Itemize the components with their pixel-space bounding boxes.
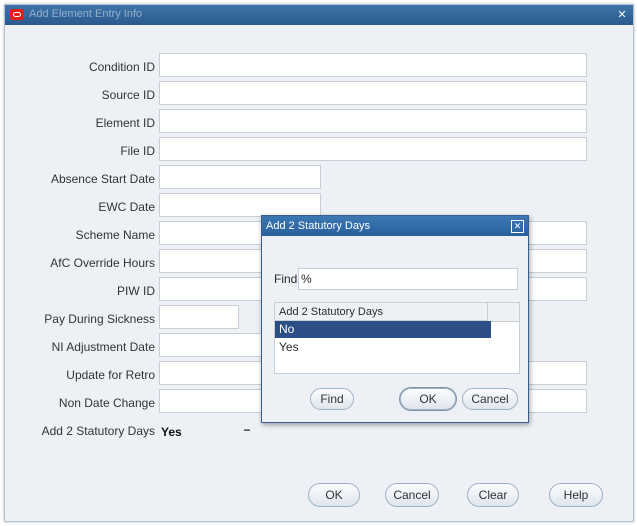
close-icon[interactable]: ✕ bbox=[616, 9, 628, 21]
dialog-cancel-button[interactable]: Cancel bbox=[462, 388, 518, 410]
add-2-statutory-days-value[interactable]: Yes bbox=[161, 425, 182, 439]
form-window: Add Element Entry Info ✕ Condition ID So… bbox=[4, 4, 634, 522]
afc-override-hours-label: AfC Override Hours bbox=[50, 256, 155, 270]
absence-start-date-field[interactable] bbox=[159, 165, 321, 189]
list-of-values-button[interactable]: − bbox=[235, 419, 259, 441]
file-id-field[interactable] bbox=[159, 137, 587, 161]
dialog-ok-button[interactable]: OK bbox=[400, 388, 456, 410]
update-for-retro-label: Update for Retro bbox=[66, 368, 155, 382]
pay-during-sickness-field[interactable] bbox=[159, 305, 239, 329]
lov-dialog: Add 2 Statutory Days ✕ Find % Add 2 Stat… bbox=[261, 215, 529, 423]
help-button[interactable]: Help bbox=[549, 483, 603, 507]
ewc-date-label: EWC Date bbox=[98, 200, 155, 214]
values-list: Add 2 Statutory Days No Yes bbox=[274, 302, 520, 374]
clear-button[interactable]: Clear bbox=[467, 483, 519, 507]
list-column-header: Add 2 Statutory Days bbox=[275, 303, 487, 321]
source-id-field[interactable] bbox=[159, 81, 587, 105]
cancel-button[interactable]: Cancel bbox=[385, 483, 439, 507]
ni-adjustment-date-label: NI Adjustment Date bbox=[51, 340, 155, 354]
window-title: Add Element Entry Info bbox=[29, 8, 143, 20]
non-date-change-label: Non Date Change bbox=[58, 396, 155, 410]
list-item[interactable]: Yes bbox=[275, 339, 491, 356]
condition-id-field[interactable] bbox=[159, 53, 587, 77]
ok-button[interactable]: OK bbox=[308, 483, 360, 507]
element-id-label: Element ID bbox=[95, 116, 155, 130]
find-input[interactable]: % bbox=[298, 268, 518, 290]
absence-start-date-label: Absence Start Date bbox=[50, 172, 155, 186]
condition-id-label: Condition ID bbox=[88, 60, 155, 74]
oracle-logo-icon bbox=[10, 9, 24, 20]
find-button[interactable]: Find bbox=[310, 388, 354, 410]
add-2-statutory-days-label: Add 2 Statutory Days bbox=[41, 424, 155, 438]
ewc-date-field[interactable] bbox=[159, 193, 321, 217]
list-item[interactable]: No bbox=[275, 321, 491, 338]
element-id-field[interactable] bbox=[159, 109, 587, 133]
window-titlebar[interactable]: Add Element Entry Info ✕ bbox=[5, 5, 633, 25]
piw-id-label: PIW ID bbox=[117, 284, 155, 298]
scheme-name-label: Scheme Name bbox=[75, 228, 155, 242]
list-header-spacer bbox=[487, 303, 519, 322]
dialog-title[interactable]: Add 2 Statutory Days bbox=[262, 216, 528, 236]
pay-during-sickness-label: Pay During Sickness bbox=[44, 312, 155, 326]
find-label: Find bbox=[274, 272, 298, 286]
file-id-label: File ID bbox=[120, 144, 155, 158]
source-id-label: Source ID bbox=[101, 88, 155, 102]
close-icon[interactable]: ✕ bbox=[511, 220, 524, 233]
